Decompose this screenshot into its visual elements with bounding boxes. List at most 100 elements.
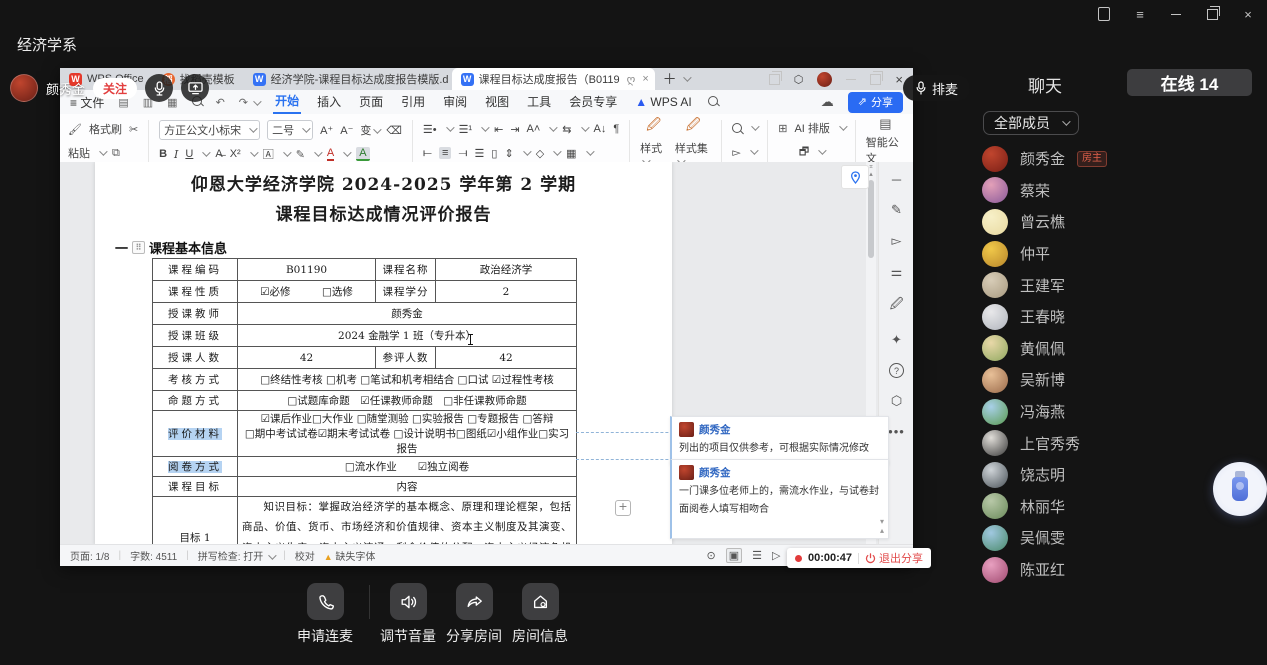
direction-icon[interactable]: ⇆ [562,123,571,136]
room-info-button[interactable] [522,583,559,620]
member-row[interactable]: 王春晓 [982,301,1261,333]
highlight-pen-icon[interactable]: ✎ [296,148,305,161]
undo-icon[interactable]: ↶ [216,96,225,109]
outdent-icon[interactable]: ⇤ [494,123,503,136]
show-marks-icon[interactable]: ¶ [613,123,619,135]
request-mic-button[interactable] [307,583,344,620]
wps-restore-icon[interactable] [870,74,881,85]
exit-share-button[interactable]: 退出分享 [865,550,923,566]
theme-icon[interactable]: ⬡ [891,393,902,409]
annotate-doc-icon[interactable]: 🖉 [890,295,904,317]
wps-account-avatar[interactable] [817,72,832,87]
justify-icon[interactable]: ☰ [475,147,485,160]
align-center-icon[interactable]: ≡ [439,147,451,159]
mic-button[interactable] [145,74,173,102]
tools-wand-icon[interactable]: ✦ [891,332,902,348]
member-row[interactable]: 曾云樵 [982,206,1261,238]
superscript-icon[interactable]: X² [230,148,241,160]
layout-icon[interactable] [769,74,780,85]
number-list-icon[interactable]: ☰¹ [459,123,473,136]
integration-icon[interactable]: ⬡ [794,73,804,86]
menu-tab-insert[interactable]: 插入 [315,91,343,113]
copy-icon[interactable]: ⧉ [112,147,120,160]
usb-drive-float-icon[interactable] [1213,462,1267,516]
mic-queue-button[interactable]: 排麦 [903,75,970,101]
arrange-icon[interactable]: 🗗 [799,143,809,162]
member-row[interactable]: 陈亚红 [982,554,1261,586]
follow-button[interactable]: 关注 [93,78,137,99]
close-tab-icon[interactable]: × [642,73,648,85]
member-filter-dropdown[interactable]: 全部成员 [983,111,1079,135]
shading-fill-icon[interactable]: ◇ [536,147,544,160]
share-room-button[interactable] [456,583,493,620]
more-icon[interactable]: ••• [888,424,905,439]
italic-icon[interactable]: I [174,148,178,161]
tab-online[interactable]: 在线 14 [1127,69,1252,96]
volume-button[interactable] [390,583,427,620]
document-page[interactable]: 仰恩大学经济学院 2024-2025 学年第 2 学期 课程目标达成情况评价报告… [95,162,672,545]
bullet-list-icon[interactable]: ☰• [423,123,437,136]
paste-button[interactable]: 粘贴 [68,145,90,161]
read-mode-icon[interactable]: ▷ [772,549,780,562]
wps-close-icon[interactable]: × [895,72,903,87]
font-increase-icon[interactable]: A⁺ [320,124,333,137]
member-row[interactable]: 吴佩雯 [982,522,1261,554]
style-set-button[interactable]: 🖉 样式集 [675,117,712,165]
styles-button[interactable]: 🖉 样式 [640,117,667,165]
member-row[interactable]: 冯海燕 [982,396,1261,428]
font-decrease-icon[interactable]: A⁻ [340,124,353,137]
highlight-color-icon[interactable]: A [356,147,369,161]
menu-tab-home[interactable]: 开始 [273,90,301,114]
help-icon[interactable]: ? [889,363,904,378]
format-painter-icon[interactable]: 🖌 [68,123,82,136]
table-handle-icon[interactable]: ⠿ [132,241,145,254]
strike-icon[interactable]: A̶ [215,148,222,160]
align-left-icon[interactable]: ⟝ [423,147,432,160]
member-row[interactable]: 仲平 [982,238,1261,270]
menu-tab-reference[interactable]: 引用 [399,91,427,113]
text-effect-icon[interactable]: 变 [360,122,379,138]
doc-tab-2[interactable]: W 课程目标达成度报告（B0119 ღ × [452,68,655,90]
wps-minimize-icon[interactable] [846,79,856,80]
member-row[interactable]: 吴新博 [982,364,1261,396]
sort-icon[interactable]: A↓ [594,123,607,135]
cloud-sync-icon[interactable]: ☁ [821,94,834,110]
comment-card[interactable]: 颜秀金 列出的项目仅供参考，可根据实际情况修改 [670,416,889,465]
member-row[interactable]: 黄佩佩 [982,333,1261,365]
font-name-select[interactable]: 方正公文小标宋 [159,120,260,140]
tab-chat[interactable]: 聊天 [1028,72,1062,97]
bold-icon[interactable]: B [159,148,167,160]
outline-view-icon[interactable]: ☰ [752,549,762,562]
edit-pen-icon[interactable]: ✎ [891,202,902,218]
presenter-avatar[interactable] [10,74,38,102]
line-spacing-icon[interactable]: ⇕ [504,147,513,160]
clear-format-icon[interactable]: ⌫ [386,124,402,137]
location-pin-button[interactable] [841,165,869,189]
select-cursor-icon[interactable]: ▻ [732,146,740,159]
distribute-icon[interactable]: ▯ [491,147,497,160]
comment-nav-icons[interactable]: ▾▴ [880,518,884,536]
redo-icon[interactable]: ↷ [239,96,259,109]
menu-tab-page[interactable]: 页面 [357,91,385,113]
member-row[interactable]: 王建军 [982,269,1261,301]
search-icon[interactable] [708,96,718,109]
shading-icon[interactable]: 🄰 [263,146,274,162]
page-view-icon[interactable]: ▣ [726,548,742,563]
settings-sliders-icon[interactable]: ⚌ [891,264,903,280]
member-row[interactable]: 蔡荣 [982,175,1261,207]
border-icon[interactable]: ▦ [566,147,576,160]
select-arrow-icon[interactable]: ▻ [892,233,902,249]
menu-tab-view[interactable]: 视图 [483,91,511,113]
member-row[interactable]: 颜秀金房主 [982,143,1261,175]
share-button[interactable]: ⇗ 分享 [848,92,903,113]
indent-icon[interactable]: ⇥ [510,123,519,136]
doc-tab-1[interactable]: W 经济学院-课程目标达成度报告模版.d × [244,68,452,90]
ai-layout-button[interactable]: AI 排版 [794,120,829,136]
menu-tab-member[interactable]: 会员专享 [567,91,619,113]
find-icon[interactable] [732,123,742,133]
member-row[interactable]: 上官秀秀 [982,427,1261,459]
missing-font-warning[interactable]: ▲ 缺失字体 [324,548,376,563]
cut-icon[interactable]: ✂ [129,123,138,136]
scrollbar-thumb[interactable] [868,180,874,258]
smart-doc-button[interactable]: ▤ 智能公文 [866,117,905,165]
